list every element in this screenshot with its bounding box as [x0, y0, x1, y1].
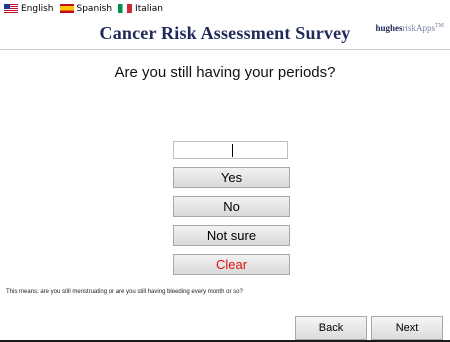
language-english-label: English — [21, 3, 54, 14]
clear-button[interactable]: Clear — [173, 254, 290, 275]
back-button[interactable]: Back — [295, 316, 367, 340]
brand-name-part1: hughes — [375, 23, 403, 33]
header: Cancer Risk Assessment Survey hughesrisk… — [0, 17, 450, 50]
brand-name-part2: riskApps — [402, 23, 435, 33]
us-flag-icon — [4, 4, 18, 13]
no-button[interactable]: No — [173, 196, 290, 217]
language-bar: English Spanish Italian — [0, 0, 450, 17]
brand-logo: hughesriskAppsTM — [375, 23, 444, 33]
question-text: Are you still having your periods? — [114, 64, 336, 81]
italy-flag-icon — [118, 4, 133, 13]
language-italian-label: Italian — [135, 3, 163, 14]
next-button[interactable]: Next — [371, 316, 443, 340]
hint-text: This means: are you still menstruating o… — [6, 289, 243, 295]
brand-trademark: TM — [435, 23, 444, 29]
spain-flag-icon — [59, 4, 74, 13]
language-spanish[interactable]: Spanish — [59, 3, 113, 14]
language-spanish-label: Spanish — [76, 3, 113, 14]
language-english[interactable]: English — [4, 4, 54, 14]
language-italian[interactable]: Italian — [118, 4, 163, 14]
text-caret — [232, 144, 233, 157]
yes-button[interactable]: Yes — [173, 167, 290, 188]
answer-field[interactable] — [173, 141, 288, 159]
not-sure-button[interactable]: Not sure — [173, 225, 290, 246]
